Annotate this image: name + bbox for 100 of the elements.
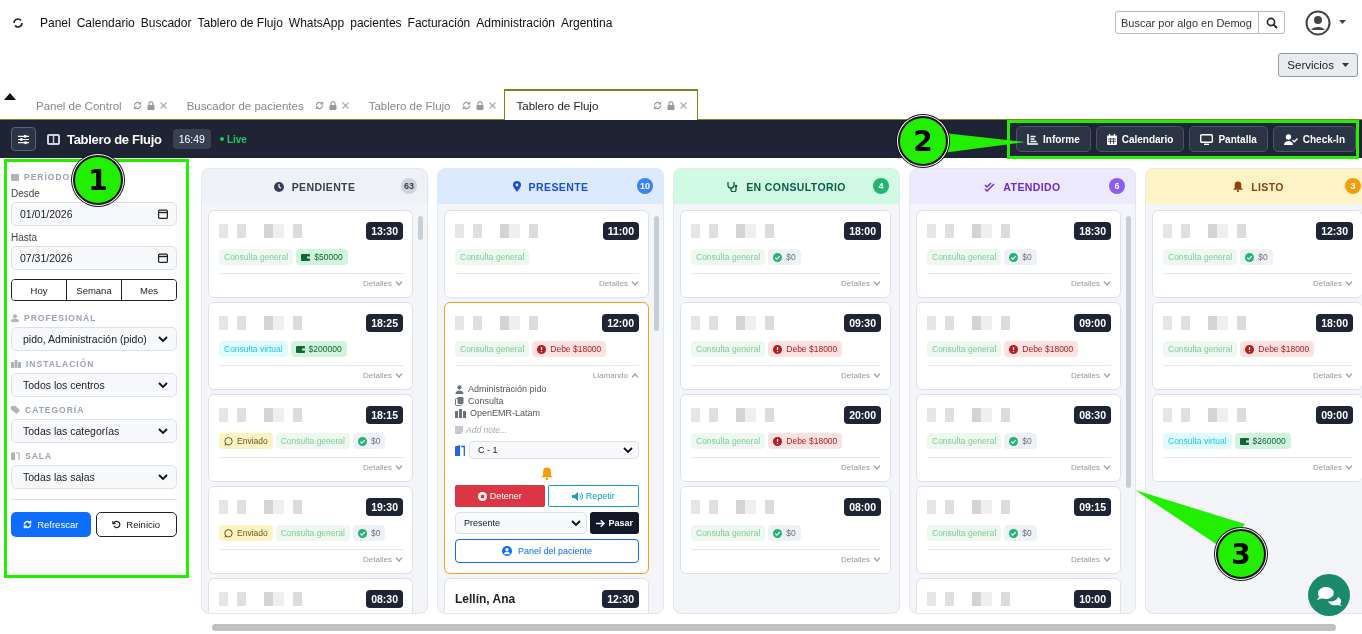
refresh-icon[interactable] (314, 101, 324, 110)
check-circle-icon (1009, 528, 1019, 538)
count-badge: 3 (1345, 178, 1361, 194)
category-tag: Consulta general (927, 341, 1002, 357)
close-icon[interactable] (341, 102, 349, 109)
appointment-card[interactable]: 12:00 Consulta general Debe $18000 Llamando Administración pido Consulta OpenEMR-Latam Add note... C - 1 Detener Repetir Presente Pasar Panel del paciente (444, 302, 649, 574)
logo-icon[interactable] (12, 16, 24, 29)
close-icon[interactable] (680, 102, 688, 109)
toolbar-button[interactable]: Informe (1016, 126, 1091, 152)
appointment-card[interactable]: 20:00 Consulta general Debe $18000 Detalles (680, 394, 891, 482)
nav-link[interactable]: Facturación (407, 15, 471, 30)
toolbar-button[interactable]: Check-In (1272, 126, 1356, 152)
appointment-card[interactable]: 18:15 Enviado Consulta general $0 Detalles (208, 394, 413, 482)
nav-link[interactable]: Panel (40, 15, 71, 30)
search-field[interactable]: Buscar por algo en Demog (1115, 11, 1259, 34)
count-badge: 6 (1109, 178, 1125, 194)
nav-link[interactable]: Buscador (140, 15, 192, 30)
appointment-card[interactable]: 08:30 Consulta general $0 Detalles (916, 394, 1121, 482)
time-badge: 18:25 (366, 314, 403, 332)
count-badge: 63 (401, 178, 417, 194)
room-select[interactable]: C - 1 (469, 441, 639, 459)
time-badge: 20:00 (844, 406, 881, 424)
alert-circle-icon (1009, 344, 1019, 354)
close-icon[interactable] (159, 102, 167, 109)
reset-button[interactable]: Reinicio (95, 512, 177, 537)
map-pin-icon (512, 181, 521, 192)
toolbar-button[interactable]: Pantalla (1189, 126, 1268, 152)
appointment-card[interactable]: 18:00 Consulta general $0 Detalles (680, 210, 891, 298)
chevron-up-icon (631, 373, 639, 378)
tag-text: Debe $18000 (786, 344, 838, 354)
nav-link[interactable]: WhatsApp (288, 15, 345, 30)
chevron-down-icon (873, 557, 881, 562)
user-menu-button[interactable] (1305, 9, 1346, 36)
appointment-card[interactable]: 11:00 Consulta general Detalles (444, 210, 649, 298)
appointment-card[interactable]: 08:30 (208, 578, 413, 613)
tab[interactable]: Tablero de Flujo (356, 92, 504, 119)
refresh-icon[interactable] (653, 101, 663, 110)
tab[interactable]: Buscador de pacientes (174, 92, 357, 119)
count-badge: 10 (637, 178, 653, 194)
nav-link[interactable]: Calendario (76, 15, 135, 30)
nav-link[interactable]: Administración (476, 15, 555, 30)
appointment-card[interactable]: 12:30 Consulta general $0 Detalles (1152, 210, 1362, 298)
nav-link[interactable]: pacientes (350, 15, 402, 30)
tab-label[interactable]: Panel de Control (36, 99, 122, 112)
filter-select[interactable]: Todos los centros (11, 373, 177, 397)
appointment-card[interactable]: 08:00 Consulta general $0 Detalles (680, 486, 891, 574)
tab[interactable]: Panel de Control (24, 92, 175, 119)
move-button[interactable]: Pasar (590, 512, 639, 534)
refresh-button[interactable]: Refrescar (11, 512, 91, 537)
date-field[interactable]: 01/01/2026 (11, 202, 177, 226)
tab[interactable]: Tablero de Flujo (503, 89, 699, 120)
services-dropdown[interactable]: Servicios (1278, 53, 1358, 77)
appointment-card[interactable]: 18:00 Consulta general Debe $18000 Detalles (1152, 302, 1362, 390)
provider-text: Administración pido (468, 384, 547, 394)
filter-select[interactable]: pido, Administración (pido) (11, 327, 177, 351)
lock-icon[interactable] (475, 101, 484, 110)
appointment-card[interactable]: 13:30 Consulta general $50000 Detalles (208, 210, 413, 298)
time-badge: 09:00 (1316, 406, 1353, 424)
alert-circle-icon (773, 436, 783, 446)
appointment-card[interactable]: 09:30 Consulta general Debe $18000 Detalles (680, 302, 891, 390)
patient-panel-button[interactable]: Panel del paciente (455, 539, 639, 563)
tag-text: Debe $18000 (1022, 344, 1074, 354)
tag-text: $0 (1022, 528, 1032, 538)
stop-button[interactable]: Detener (455, 485, 545, 507)
search-button[interactable] (1259, 11, 1285, 34)
tab-label[interactable]: Tablero de Flujo (516, 99, 599, 112)
nav-link[interactable]: Tablero de Flujo (197, 15, 283, 30)
lock-icon[interactable] (328, 101, 337, 110)
appointment-card[interactable]: 18:25 Consulta virtual $200000 Detalles (208, 302, 413, 390)
refresh-icon (23, 520, 33, 529)
status-select[interactable]: Presente (455, 512, 587, 534)
refresh-icon[interactable] (132, 101, 142, 110)
board-title: Tablero de Flujo (67, 131, 162, 147)
appointment-card[interactable]: 10:00 (916, 578, 1121, 613)
chevron-down-icon (1103, 281, 1111, 286)
lock-icon[interactable] (146, 101, 155, 110)
toolbar-button[interactable]: Calendario (1095, 126, 1185, 152)
tab-label[interactable]: Tablero de Flujo (368, 99, 451, 112)
building-icon (455, 408, 466, 418)
appointment-card[interactable]: 09:00 Consulta general Debe $18000 Detalles (916, 302, 1121, 390)
range-button[interactable]: Hoy (12, 280, 67, 300)
nav-link[interactable]: Argentina (561, 15, 613, 30)
collapse-icon[interactable] (4, 93, 16, 100)
check-circle-icon (1009, 436, 1019, 446)
appointment-card[interactable]: 19:30 Enviado Consulta general $0 Detalles (208, 486, 413, 574)
close-icon[interactable] (488, 102, 496, 109)
date-field[interactable]: 07/31/2026 (11, 246, 177, 270)
chevron-down-icon (1103, 373, 1111, 378)
appointment-card[interactable]: 09:15 Consulta general $0 Detalles (916, 486, 1121, 574)
filter-select[interactable]: Todas las categorías (11, 419, 177, 443)
appointment-card[interactable]: 09:00 Consulta virtual $260000 Detalles (1152, 394, 1362, 482)
refresh-icon[interactable] (461, 101, 471, 110)
tab-label[interactable]: Buscador de pacientes (186, 99, 304, 112)
category-tag: Consulta general (455, 249, 530, 265)
appointment-card[interactable]: Lellín, Ana 12:30 (444, 578, 649, 613)
lock-icon[interactable] (667, 101, 676, 110)
appointment-card[interactable]: 18:30 Consulta general $0 Detalles (916, 210, 1121, 298)
filter-select[interactable]: Todas las salas (11, 465, 177, 489)
tag-text: $0 (786, 252, 796, 262)
filters-toggle-button[interactable] (11, 127, 36, 151)
